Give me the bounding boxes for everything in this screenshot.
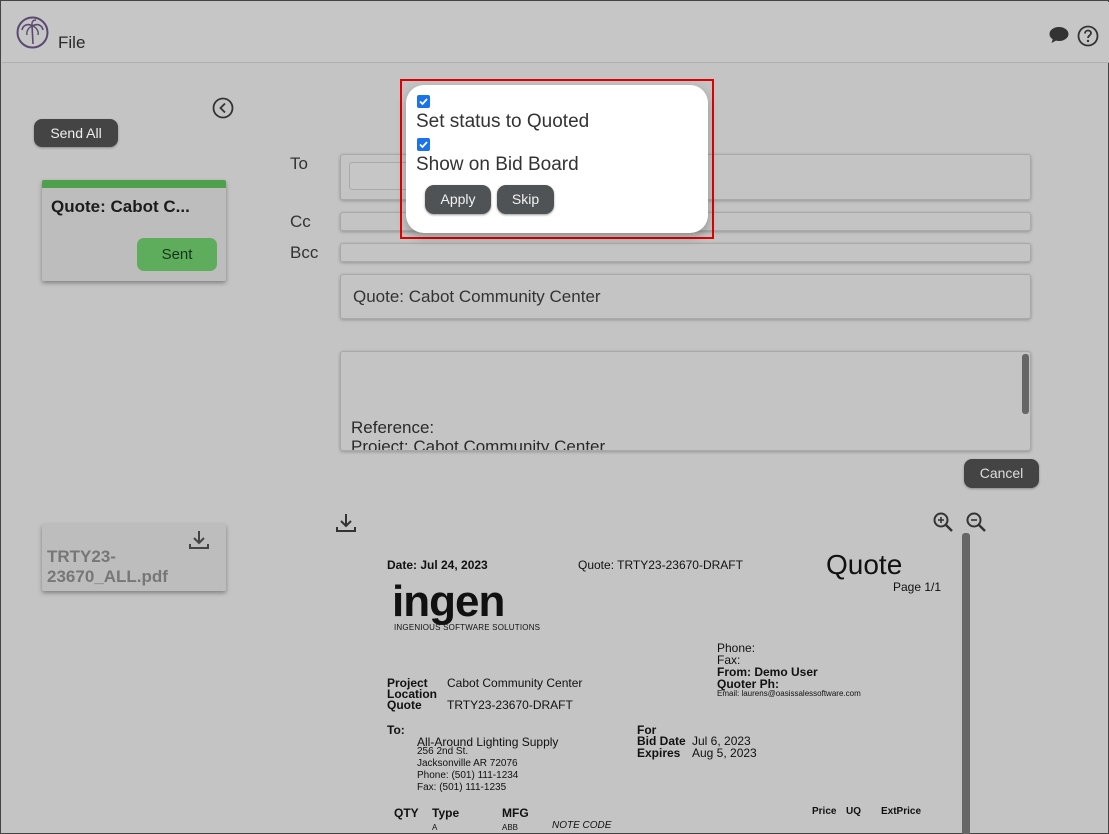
show-on-bid-board-label[interactable]: Show on Bid Board [416, 154, 579, 176]
attachment-file-name: TRTY23-23670_ALL.pdf [47, 547, 168, 586]
skip-button[interactable]: Skip [497, 185, 554, 214]
pdf-row1-mfg: ABB [502, 823, 519, 832]
pdf-to-address2: Jacksonville AR 72076 [417, 758, 518, 769]
pdf-email: Email: laurens@oasissalessoftware.com [717, 689, 861, 698]
send-all-button[interactable]: Send All [34, 119, 118, 147]
subject-text: Quote: Cabot Community Center [353, 287, 601, 306]
message-body-field[interactable]: Reference: Project: Cabot Community Cent… [340, 351, 1031, 451]
body-line-reference: Reference: [351, 418, 435, 437]
pdf-quote-value: TRTY23-23670-DRAFT [447, 698, 573, 712]
set-status-quoted-label[interactable]: Set status to Quoted [416, 111, 589, 133]
body-line-project: Project: Cabot Community Center [351, 437, 606, 451]
email-card-title: Quote: Cabot C... [51, 197, 190, 216]
pdf-preview-page: Date: Jul 24, 2023 Quote: TRTY23-23670-D… [369, 541, 954, 834]
pdf-col-price: Price [812, 806, 837, 817]
apply-button[interactable]: Apply [425, 185, 491, 214]
ingen-logo: ingen [392, 577, 505, 626]
pdf-to-phone: Phone: (501) 111-1234 [417, 770, 519, 781]
ingen-tagline: INGENIOUS SOFTWARE SOLUTIONS [394, 623, 541, 632]
pdf-col-extprice: ExtPrice [881, 806, 922, 817]
pdf-row1-type: A [432, 823, 438, 832]
bcc-label: Bcc [290, 243, 319, 262]
checkmark-icon [419, 98, 428, 106]
pdf-scrollbar[interactable] [962, 533, 970, 834]
pdf-quote-number: Quote: TRTY23-23670-DRAFT [578, 558, 743, 572]
pdf-col-uq: UQ [846, 806, 861, 817]
help-icon[interactable] [1077, 25, 1099, 47]
pdf-to-fax: Fax: (501) 111-1235 [417, 782, 507, 793]
pdf-col-mfg: MFG [502, 806, 529, 820]
email-card[interactable]: Quote: Cabot C... Sent [42, 180, 226, 281]
cancel-button[interactable]: Cancel [964, 459, 1039, 488]
show-on-bid-board-checkbox[interactable] [417, 138, 430, 151]
app-header: File [2, 2, 1109, 63]
quote-status-modal: Set status to Quoted Show on Bid Board A… [406, 85, 708, 233]
pdf-project-value: Cabot Community Center [447, 676, 583, 690]
zoom-out-icon[interactable] [965, 511, 987, 533]
pdf-to-address1: 256 2nd St. [417, 746, 469, 757]
collapse-panel-icon[interactable] [212, 97, 234, 119]
checkmark-icon [419, 141, 428, 149]
pdf-quote-label: Quote [387, 698, 422, 712]
chat-bubble-icon[interactable] [1048, 26, 1070, 44]
pdf-expires-label: Expires [637, 746, 681, 760]
file-menu[interactable]: File [58, 33, 85, 53]
zoom-in-icon[interactable] [932, 511, 954, 533]
pdf-to-label: To: [387, 723, 405, 737]
email-card-status-bar [42, 180, 226, 188]
download-icon[interactable] [334, 512, 358, 534]
set-status-quoted-checkbox[interactable] [417, 95, 430, 108]
sent-status-button[interactable]: Sent [137, 238, 217, 271]
pdf-date: Date: Jul 24, 2023 [387, 558, 488, 572]
message-body-text: Reference: Project: Cabot Community Cent… [351, 418, 606, 451]
bcc-field[interactable] [340, 243, 1031, 262]
pdf-row1-note: NOTE CODE [552, 820, 612, 831]
attachment-card[interactable]: TRTY23-23670_ALL.pdf [42, 524, 226, 591]
palm-tree-logo-icon[interactable] [16, 16, 49, 49]
pdf-col-type: Type [432, 806, 460, 820]
pdf-expires-value: Aug 5, 2023 [692, 746, 757, 760]
pdf-col-qty: QTY [394, 806, 419, 820]
pdf-heading: Quote [826, 549, 903, 580]
subject-field[interactable]: Quote: Cabot Community Center [340, 274, 1031, 319]
app-window: File Send All Quote: Cabot C... Sent TRT… [0, 0, 1109, 834]
to-label: To [290, 154, 308, 173]
cc-label: Cc [290, 212, 311, 231]
pdf-page-number: Page 1/1 [893, 580, 942, 594]
message-scrollbar[interactable] [1022, 354, 1029, 414]
